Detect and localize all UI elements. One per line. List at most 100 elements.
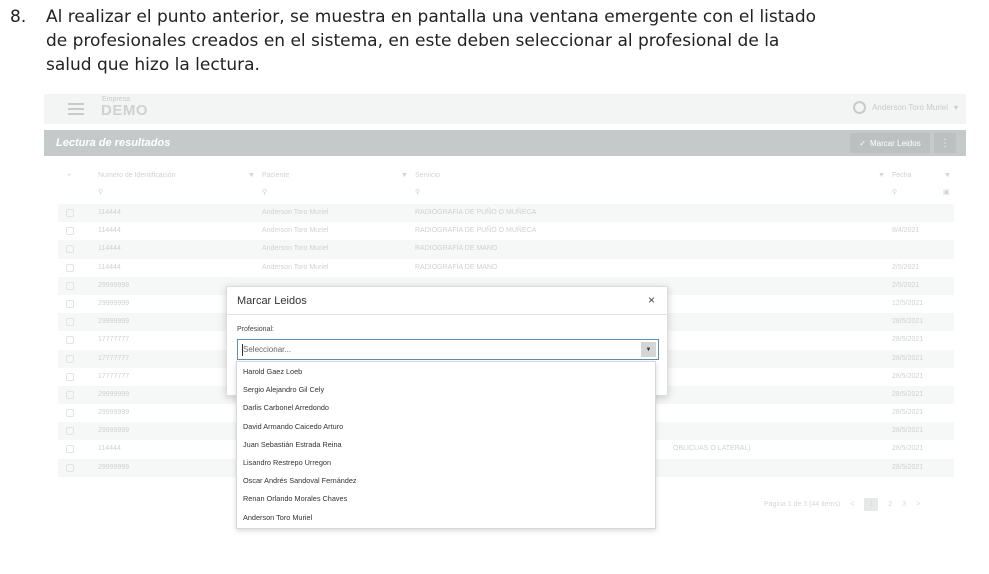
cell-patient: Anderson Toro Muriel <box>262 245 329 253</box>
column-header-service[interactable]: Servicio <box>415 172 440 179</box>
cell-service: RADIOGRAFÍA DE PUÑO O MUÑECA <box>415 209 537 216</box>
dialog-divider <box>227 314 667 315</box>
cell-date: 28/5/2021 <box>892 409 924 417</box>
cell-service: RADIOGRAFÍA DE MANO <box>415 245 498 253</box>
option-item[interactable]: Anderson Toro Muriel <box>237 508 655 526</box>
cell-id: 17777777 <box>98 336 130 344</box>
prev-page-button[interactable]: < <box>850 501 854 508</box>
cell-date: 28/5/2021 <box>892 318 924 326</box>
cell-id: 114444 <box>98 445 121 453</box>
row-checkbox[interactable] <box>66 354 74 363</box>
search-icon[interactable]: ⚲ <box>98 188 103 196</box>
cell-id: 114444 <box>98 245 121 253</box>
search-icon[interactable]: ⚲ <box>892 188 897 196</box>
funnel-icon[interactable]: ▼ <box>944 172 951 179</box>
row-checkbox[interactable] <box>66 445 74 454</box>
instruction-line-2: de profesionales creados en el sistema, … <box>46 31 780 51</box>
row-checkbox[interactable] <box>66 390 74 399</box>
row-checkbox[interactable] <box>66 299 74 308</box>
cell-id: 29999999 <box>98 463 130 471</box>
cell-id: 114444 <box>98 227 121 235</box>
row-checkbox[interactable] <box>66 281 74 290</box>
user-name: Anderson Toro Muriel <box>872 103 948 112</box>
funnel-icon[interactable]: ▼ <box>878 172 885 179</box>
row-checkbox[interactable] <box>66 463 74 472</box>
panel-header: Lectura de resultados ✓ Marcar Leidos ⋮ <box>44 130 966 156</box>
dropdown-arrow-icon[interactable]: ▼ <box>641 342 656 357</box>
dialog-title: Marcar Leidos <box>237 295 307 307</box>
mark-read-button[interactable]: ✓ Marcar Leidos <box>850 133 930 153</box>
cell-id: 29999999 <box>98 427 130 435</box>
check-icon: ✓ <box>859 138 866 148</box>
row-checkbox[interactable] <box>66 372 74 381</box>
professional-options-list: Harold Gaez Loeb Sergio Alejandro Gil Ce… <box>236 361 656 529</box>
cell-date: 2/5/2021 <box>892 263 920 271</box>
column-header-id[interactable]: Numero de Identificación <box>98 172 175 179</box>
cell-date: 28/5/2021 <box>892 427 924 435</box>
cell-id: 17777777 <box>98 354 130 362</box>
user-menu[interactable]: Anderson Toro Muriel ▾ <box>853 101 958 114</box>
step-number: 8. <box>10 7 27 27</box>
row-checkbox[interactable] <box>66 318 74 327</box>
search-icon[interactable]: ⚲ <box>415 188 420 196</box>
row-checkbox[interactable] <box>66 245 74 254</box>
row-checkbox[interactable] <box>66 227 74 236</box>
cell-date: 28/5/2021 <box>892 372 924 380</box>
cell-service: RADIOGRAFÍA DE PUÑO O MUÑECA <box>415 227 537 235</box>
pagination: Página 1 de 3 (44 items) < 1 2 3 > <box>764 498 920 511</box>
cell-date: 28/5/2021 <box>892 463 924 471</box>
page-button-1[interactable]: 1 <box>864 498 879 511</box>
option-item[interactable]: Lisandro Restrepo Urregon <box>237 453 655 471</box>
professional-select[interactable]: Seleccionar... ▼ <box>237 339 659 360</box>
cell-date: 8/4/2021 <box>892 227 920 235</box>
table-row[interactable]: 114444 Anderson Toro Muriel RADIOGRAFÍA DE… <box>58 259 954 277</box>
option-item[interactable]: David Armando Caicedo Arturo <box>237 417 655 435</box>
calendar-icon[interactable]: ▣ <box>943 188 950 196</box>
page-button-3[interactable]: 3 <box>902 501 906 508</box>
row-checkbox[interactable] <box>66 427 74 436</box>
table-row[interactable]: 114444 Anderson Toro Muriel RADIOGRAFÍA DE… <box>58 204 954 223</box>
option-item[interactable]: Harold Gaez Loeb <box>237 362 655 380</box>
mark-read-label: Marcar Leidos <box>870 138 921 148</box>
row-checkbox[interactable] <box>66 263 74 272</box>
column-header-date[interactable]: Fecha <box>892 172 911 179</box>
row-checkbox[interactable] <box>66 336 74 345</box>
user-circle-icon <box>853 101 867 114</box>
professional-label: Profesional: <box>237 326 274 333</box>
row-checkbox[interactable] <box>66 409 74 418</box>
option-item[interactable]: Juan Sebastián Estrada Reina <box>237 435 655 453</box>
instruction-line-1: Al realizar el punto anterior, se muestr… <box>46 7 817 27</box>
row-checkbox[interactable] <box>66 209 74 217</box>
close-icon[interactable]: × <box>648 293 655 307</box>
cell-id: 114444 <box>98 263 121 271</box>
cell-date: 12/5/2021 <box>892 299 924 307</box>
cell-date: 28/5/2021 <box>892 390 924 398</box>
table-row[interactable]: 114444 Anderson Toro Muriel RADIOGRAFÍA DE… <box>58 222 954 240</box>
column-header-patient[interactable]: Paciente <box>262 172 289 179</box>
select-placeholder: Seleccionar... <box>243 345 292 354</box>
cell-id: 29999999 <box>98 390 130 398</box>
page-button-2[interactable]: 2 <box>888 501 892 508</box>
search-icon[interactable]: ⚲ <box>262 188 267 196</box>
option-item[interactable]: Oscar Andrés Sandoval Fernández <box>237 471 655 489</box>
hamburger-menu-icon[interactable] <box>68 103 84 115</box>
cell-date: 2/5/2021 <box>892 281 920 289</box>
option-item[interactable]: Renan Orlando Morales Chaves <box>237 489 655 507</box>
cell-patient: Anderson Toro Muriel <box>262 263 329 271</box>
next-page-button[interactable]: > <box>916 501 920 508</box>
vertical-dots-icon[interactable]: ⋮ <box>934 133 956 153</box>
cell-id: 29999999 <box>98 281 130 289</box>
table-row[interactable]: 114444 Anderson Toro Muriel RADIOGRAFÍA DE… <box>58 240 954 259</box>
option-item[interactable]: Darlis Carbonel Arredondo <box>237 398 655 416</box>
cell-id: 29999999 <box>98 299 130 307</box>
select-all-checkbox[interactable]: • <box>68 172 70 179</box>
cell-service: RADIOGRAFÍA DE MANO <box>415 263 498 271</box>
cell-id: 29999999 <box>98 318 130 326</box>
funnel-icon[interactable]: ▼ <box>248 172 255 179</box>
cell-patient: Anderson Toro Muriel <box>262 227 329 235</box>
option-item[interactable]: Sergio Alejandro Gil Cely <box>237 380 655 398</box>
cell-service: OBLICUAS O LATERAL) <box>673 445 751 453</box>
instruction-line-3: salud que hizo la lectura. <box>46 55 260 75</box>
cell-date: 28/5/2021 <box>892 336 924 344</box>
funnel-icon[interactable]: ▼ <box>401 172 408 179</box>
